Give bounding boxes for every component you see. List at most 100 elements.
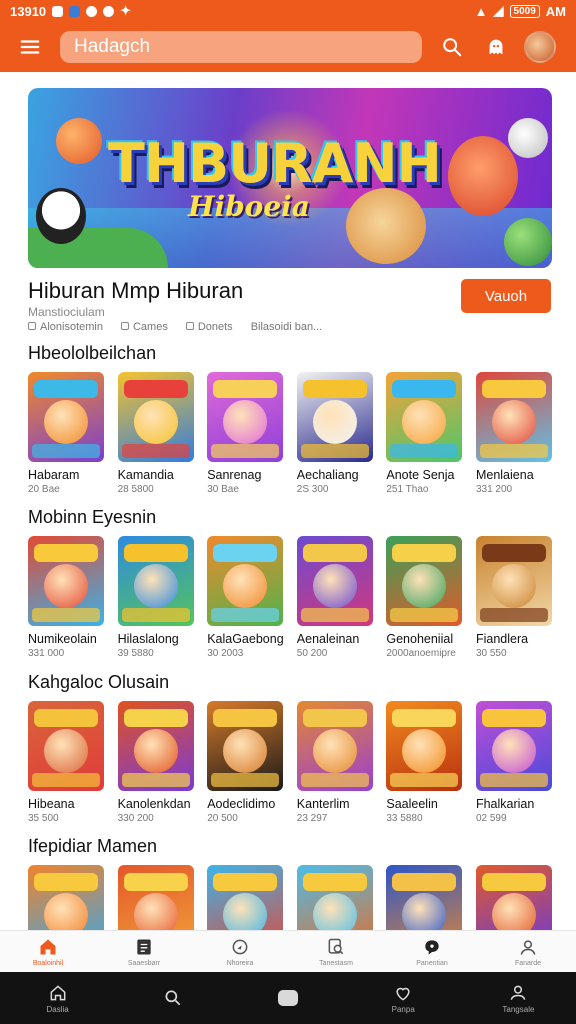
games-icon: [120, 322, 129, 330]
tab-search[interactable]: Tanestasm: [288, 931, 384, 972]
heart-icon: [396, 987, 410, 1001]
nav-favorites[interactable]: Panpa: [346, 983, 461, 1014]
game-thumbnail[interactable]: [296, 536, 373, 626]
game-title: Menlaiena: [475, 468, 534, 482]
game-thumbnail[interactable]: [117, 372, 194, 462]
banner-subtitle: Hiboeia: [188, 190, 310, 223]
banner-title: THBURANH: [108, 132, 442, 195]
search-icon: [443, 38, 462, 57]
game-thumbnail[interactable]: [386, 701, 463, 791]
tab-list[interactable]: Saaesbarr: [96, 931, 192, 972]
game-tile[interactable]: Menlaiena 331 200: [475, 372, 552, 495]
game-stats: 30 550: [475, 648, 507, 659]
game-title: Fiandlera: [475, 632, 529, 646]
bottom-tab-bar: Boaloinhil Saaesbarr Nhoreira Tanestasm …: [0, 930, 576, 972]
game-stats: 2000anoemipre: [386, 648, 456, 659]
tab-profile[interactable]: Fanarde: [480, 931, 576, 972]
menu-icon: [20, 40, 40, 54]
clock: 13910: [10, 3, 47, 19]
search-icon: [165, 990, 181, 1006]
app-icon: [86, 5, 98, 17]
star-icon: [185, 322, 194, 330]
game-tile[interactable]: Genoheniial 2000anoemipre: [386, 536, 463, 659]
search-doc-icon: [328, 938, 344, 954]
game-thumbnail[interactable]: [117, 536, 194, 626]
game-tile[interactable]: Hilaslalong 39 5880: [117, 536, 194, 659]
game-row: Hibeana 35 500 Kanolenkdan 330 200 Aodeclidi…: [28, 701, 552, 824]
game-stats: 20 Bae: [28, 484, 60, 495]
game-tile[interactable]: Aenaleinan 50 200: [296, 536, 373, 659]
game-thumbnail[interactable]: [386, 372, 463, 462]
app-icon: [69, 5, 81, 17]
game-tile[interactable]: Fhalkarian 02 599: [475, 701, 552, 824]
game-row: Numikeolain 331 000 Hilaslalong 39 5880 Kala…: [28, 536, 552, 659]
game-title: Hilaslalong: [117, 632, 179, 646]
system-navigation: Daslia Panpa Tangsale: [0, 972, 576, 1024]
search-input[interactable]: [60, 31, 422, 63]
game-thumbnail[interactable]: [28, 372, 104, 462]
section-title: Hbeololbeilchan: [28, 343, 157, 363]
nav-center[interactable]: [230, 990, 345, 1006]
game-tile[interactable]: Kanolenkdan 330 200: [117, 701, 194, 824]
game-tile[interactable]: Aodeclidimo 20 500: [207, 701, 284, 824]
nav-profile[interactable]: Tangsale: [461, 983, 576, 1014]
game-thumbnail[interactable]: [28, 536, 104, 626]
game-tile[interactable]: KalaGaebong 30 2003: [207, 536, 284, 659]
notification-button[interactable]: [474, 22, 518, 72]
game-title: Aechaliang: [296, 468, 359, 482]
game-tile[interactable]: Kamandia 28 5800: [117, 372, 194, 495]
tab-chat[interactable]: Panentian: [384, 931, 480, 972]
game-tile[interactable]: Aechaliang 2S 300: [296, 372, 373, 495]
avatar[interactable]: [524, 31, 556, 63]
meta-item: Bilasoidi ban...: [250, 321, 323, 333]
game-thumbnail[interactable]: [207, 536, 284, 626]
search-button[interactable]: [430, 22, 474, 72]
game-stats: 23 297: [296, 813, 328, 824]
game-tile[interactable]: Hibeana 35 500: [28, 701, 104, 824]
app-header: [0, 22, 576, 72]
game-thumbnail[interactable]: [296, 372, 373, 462]
game-thumbnail[interactable]: [386, 536, 463, 626]
battery-icon: 5009: [509, 4, 540, 18]
tab-explore[interactable]: Nhoreira: [192, 931, 288, 972]
section-title: Kahgaloc Olusain: [28, 672, 170, 692]
game-thumbnail[interactable]: [207, 372, 284, 462]
green-ball: [504, 218, 552, 266]
game-tile[interactable]: Sanrenag 30 Bae: [207, 372, 284, 495]
game-stats: 30 2003: [207, 648, 244, 659]
game-thumbnail[interactable]: [28, 701, 104, 791]
meta-item: Donets: [185, 321, 233, 333]
game-thumbnail[interactable]: [475, 701, 552, 791]
game-title: Kamandia: [117, 468, 174, 482]
game-thumbnail[interactable]: [207, 701, 284, 791]
am-pm: AM: [545, 3, 566, 19]
game-stats: 2S 300: [296, 484, 329, 495]
fox-character: [448, 136, 518, 216]
nav-search[interactable]: [115, 988, 230, 1008]
game-tile[interactable]: Kanterlim 23 297: [296, 701, 373, 824]
profile-icon: [511, 985, 526, 1000]
game-title: Numikeolain: [28, 632, 97, 646]
game-title: KalaGaebong: [207, 632, 284, 646]
hero-banner[interactable]: THBURANH Hiboeia: [28, 88, 552, 268]
game-title: Genoheniial: [386, 632, 454, 646]
game-thumbnail[interactable]: [475, 372, 552, 462]
game-thumbnail[interactable]: [117, 701, 194, 791]
game-tile[interactable]: Fiandlera 30 550: [475, 536, 552, 659]
game-tile[interactable]: Anote Senja 251 Thao: [386, 372, 463, 495]
app-subtitle: Manstiociulam: [28, 305, 105, 319]
home-pill: [278, 990, 298, 1006]
game-tile[interactable]: Habaram 20 Bae: [28, 372, 104, 495]
game-title: Anote Senja: [386, 468, 455, 482]
ghost-icon: [489, 39, 503, 55]
game-thumbnail[interactable]: [296, 701, 373, 791]
game-tile[interactable]: Saaleelin 33 5880: [386, 701, 463, 824]
game-thumbnail[interactable]: [475, 536, 552, 626]
game-title: Habaram: [28, 468, 80, 482]
status-bar: 13910 ✦ ▲ ◢ 5009 AM: [0, 0, 576, 22]
nav-home[interactable]: Daslia: [0, 983, 115, 1014]
menu-button[interactable]: [0, 22, 60, 72]
tab-home[interactable]: Boaloinhil: [0, 931, 96, 972]
install-button[interactable]: Vauoh: [461, 279, 551, 313]
game-tile[interactable]: Numikeolain 331 000: [28, 536, 104, 659]
